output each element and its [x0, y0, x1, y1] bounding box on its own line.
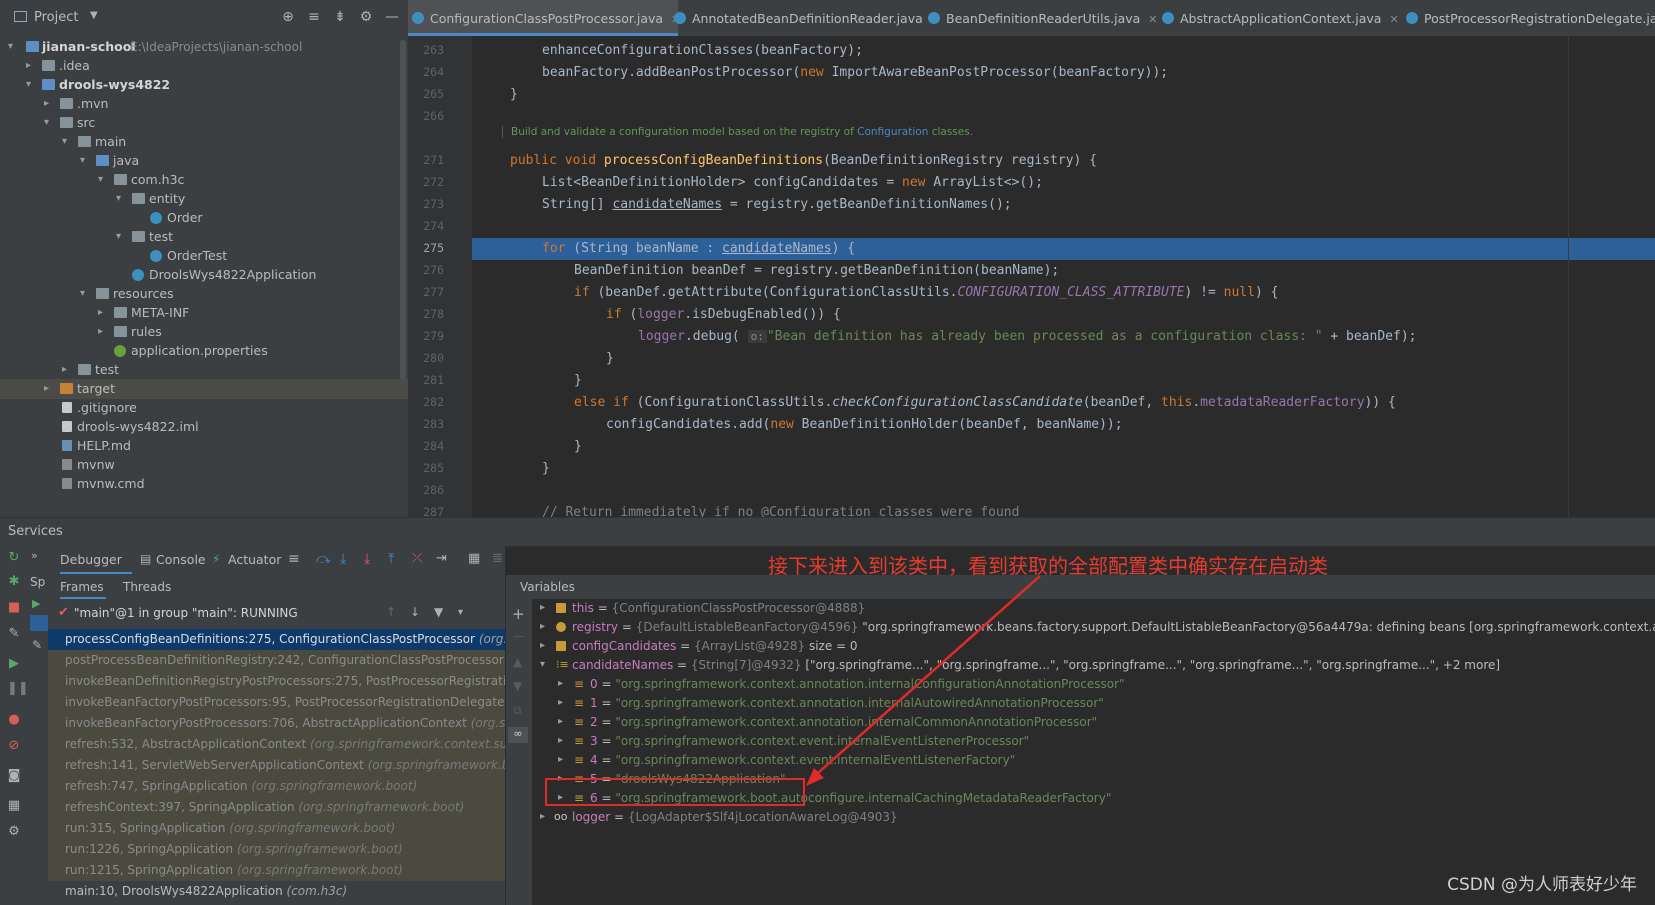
- annotation-arrow: [806, 575, 1041, 786]
- watermark: CSDN @为人师表好少年: [1447, 875, 1637, 895]
